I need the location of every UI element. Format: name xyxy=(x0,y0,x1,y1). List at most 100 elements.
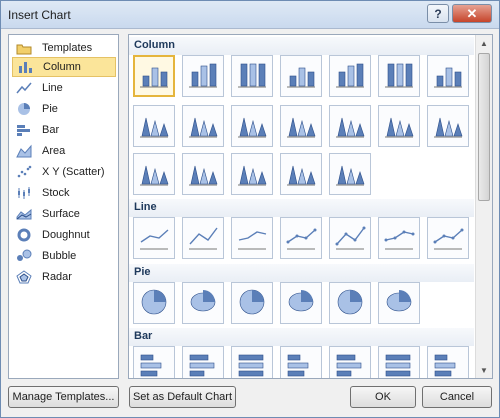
chart-thumbnail-icon xyxy=(285,110,317,143)
chart-thumbnail-icon xyxy=(285,222,317,255)
chart-thumbnail-icon xyxy=(285,351,317,379)
chart-type-surface[interactable]: Surface xyxy=(12,204,116,224)
chart-subtype-thumb[interactable] xyxy=(329,217,371,259)
chart-type-stock[interactable]: Stock xyxy=(12,183,116,203)
chart-subtype-thumb[interactable] xyxy=(378,346,420,379)
scroll-down-arrow-icon[interactable]: ▼ xyxy=(476,362,492,378)
chart-thumbnail-icon xyxy=(187,60,219,93)
chart-subtype-thumb[interactable] xyxy=(133,282,175,324)
chart-subtype-thumb[interactable] xyxy=(280,217,322,259)
chart-subtype-thumb[interactable] xyxy=(427,217,469,259)
section-band xyxy=(129,264,474,282)
bar-chart-icon xyxy=(16,123,32,137)
chart-subtype-thumb[interactable] xyxy=(280,346,322,379)
scrollbar-thumb[interactable] xyxy=(478,53,490,201)
manage-templates-button[interactable]: Manage Templates... xyxy=(8,386,119,408)
chart-subtype-thumb[interactable] xyxy=(133,346,175,379)
chart-subtype-thumb[interactable] xyxy=(280,55,322,97)
chart-subtype-thumb[interactable] xyxy=(231,217,273,259)
chart-subtype-thumb[interactable] xyxy=(280,105,322,147)
chart-subtype-thumb[interactable] xyxy=(378,282,420,324)
chart-subtype-thumb[interactable] xyxy=(182,105,224,147)
chart-thumbnail-icon xyxy=(432,222,464,255)
chart-subtype-thumb[interactable] xyxy=(329,282,371,324)
chart-thumbnail-icon xyxy=(285,158,317,191)
title-bar[interactable]: Insert Chart ? ✕ xyxy=(1,1,499,29)
close-button[interactable]: ✕ xyxy=(452,4,492,23)
chart-subtype-thumb[interactable] xyxy=(231,346,273,378)
section-title-line: Line xyxy=(134,201,157,213)
chart-subtype-thumb[interactable] xyxy=(231,153,273,195)
chart-thumbnail-icon xyxy=(285,60,317,93)
chart-subtype-thumb[interactable] xyxy=(231,282,273,324)
chart-thumbnail-icon xyxy=(383,351,415,379)
chart-subtype-thumb[interactable] xyxy=(427,55,469,97)
scatter-chart-icon xyxy=(16,165,32,179)
chart-subtype-thumb[interactable] xyxy=(427,105,469,147)
chart-type-bubble[interactable]: Bubble xyxy=(12,246,116,266)
chart-subtype-thumb[interactable] xyxy=(133,153,175,195)
bubble-chart-icon xyxy=(16,249,32,263)
chart-thumbnail-icon xyxy=(285,287,317,320)
dialog-title: Insert Chart xyxy=(8,8,71,22)
chart-type-pie[interactable]: Pie xyxy=(12,99,116,119)
chart-type-radar[interactable]: Radar xyxy=(12,267,116,287)
chart-type-column[interactable]: Column xyxy=(12,57,116,77)
help-button[interactable]: ? xyxy=(427,4,449,23)
chart-subtype-thumb[interactable] xyxy=(427,346,469,378)
chart-subtype-thumb[interactable] xyxy=(280,153,322,195)
section-band xyxy=(129,199,474,217)
ok-button[interactable]: OK xyxy=(350,386,416,408)
chart-thumbnail-icon xyxy=(138,351,170,379)
chart-type-scatter[interactable]: X Y (Scatter) xyxy=(12,162,116,182)
chart-subtype-thumb[interactable] xyxy=(329,105,371,147)
chart-subtype-thumb[interactable] xyxy=(231,105,273,147)
chart-type-line[interactable]: Line xyxy=(12,78,116,98)
chart-subtype-thumb[interactable] xyxy=(182,217,224,259)
chart-subtype-thumb[interactable] xyxy=(329,55,371,97)
chart-subtype-thumb[interactable] xyxy=(182,55,224,97)
chart-type-label: Surface xyxy=(42,208,80,220)
chart-subtype-thumb[interactable] xyxy=(231,55,273,97)
chart-thumbnail-icon xyxy=(187,158,219,191)
chart-thumbnail-icon xyxy=(334,60,366,93)
chart-type-label: Line xyxy=(42,82,63,94)
chart-thumbnail-icon xyxy=(187,287,219,320)
chart-subtype-thumb[interactable] xyxy=(329,153,371,195)
chart-subtype-thumb[interactable] xyxy=(133,217,175,259)
chart-thumbnail-icon xyxy=(236,60,268,93)
chart-thumbnail-icon xyxy=(383,60,415,93)
chart-thumbnail-icon xyxy=(383,222,415,255)
chart-subtype-thumb[interactable] xyxy=(329,346,371,378)
chart-type-label: X Y (Scatter) xyxy=(42,166,105,178)
chart-subtype-thumb[interactable] xyxy=(182,346,224,378)
chart-subtype-thumb[interactable] xyxy=(182,153,224,195)
chart-subtype-thumb[interactable] xyxy=(133,105,175,147)
column-chart-icon xyxy=(17,60,33,74)
pie-chart-icon xyxy=(16,102,32,116)
set-default-chart-button[interactable]: Set as Default Chart xyxy=(129,386,236,408)
radar-chart-icon xyxy=(16,270,32,284)
chart-subtype-thumb[interactable] xyxy=(133,55,175,97)
chart-subtype-thumb[interactable] xyxy=(378,55,420,97)
chart-thumbnail-icon xyxy=(138,60,170,93)
chart-type-label: Stock xyxy=(42,187,70,199)
scroll-up-arrow-icon[interactable]: ▲ xyxy=(476,35,492,51)
chart-subtype-thumb[interactable] xyxy=(378,217,420,259)
chart-type-area[interactable]: Area xyxy=(12,141,116,161)
stock-chart-icon xyxy=(16,186,32,200)
chart-type-templates[interactable]: Templates xyxy=(12,38,116,58)
chart-subtype-gallery: Column Line Pie Bar ▲ ▼ xyxy=(128,34,493,379)
chart-type-bar[interactable]: Bar xyxy=(12,120,116,140)
chart-subtype-thumb[interactable] xyxy=(378,105,420,147)
gallery-scrollbar[interactable]: ▲ ▼ xyxy=(475,35,492,378)
chart-subtype-thumb[interactable] xyxy=(182,282,224,324)
folder-icon xyxy=(16,41,32,55)
chart-type-label: Doughnut xyxy=(42,229,90,241)
chart-thumbnail-icon xyxy=(138,110,170,143)
chart-type-doughnut[interactable]: Doughnut xyxy=(12,225,116,245)
cancel-button[interactable]: Cancel xyxy=(422,386,492,408)
chart-subtype-thumb[interactable] xyxy=(280,282,322,324)
chart-thumbnail-icon xyxy=(138,222,170,255)
section-title-bar: Bar xyxy=(134,330,153,342)
